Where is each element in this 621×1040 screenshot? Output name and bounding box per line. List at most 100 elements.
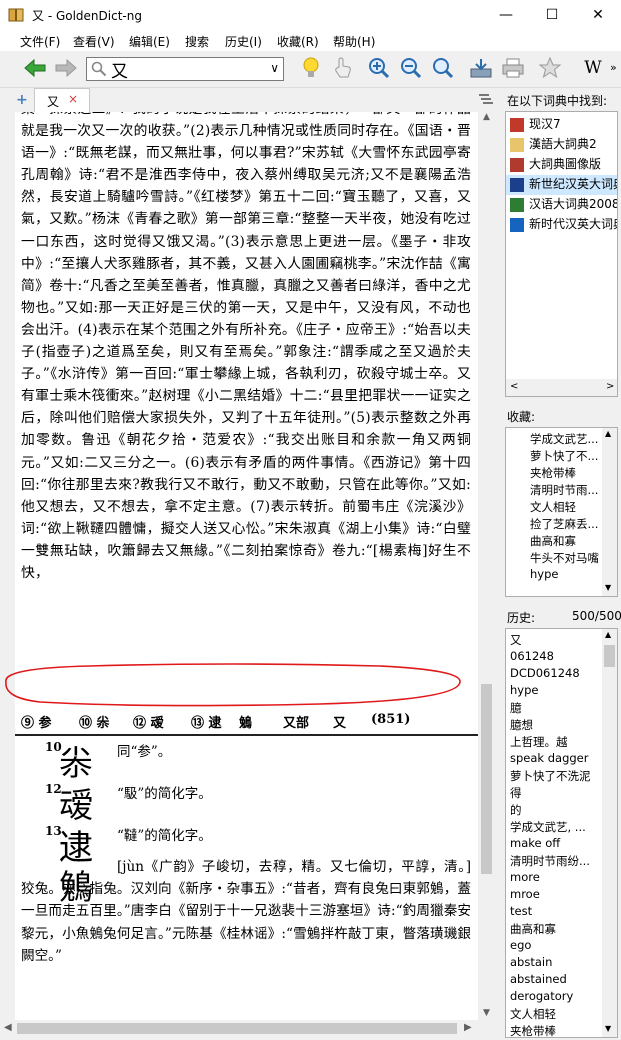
- scroll-right-icon[interactable]: >: [606, 381, 614, 392]
- history-item[interactable]: hype: [510, 683, 538, 697]
- zoom-in-button[interactable]: [366, 55, 392, 81]
- favorite-item[interactable]: 学成文武艺...: [530, 431, 598, 447]
- tab-list-icon[interactable]: [478, 92, 494, 108]
- history-item[interactable]: 文人相轻: [510, 1006, 556, 1022]
- history-item[interactable]: derogatory: [510, 989, 573, 1003]
- article-horizontal-scrollbar[interactable]: ◀ ▶: [0, 1020, 478, 1037]
- favorite-item[interactable]: 清明时节雨...: [530, 482, 598, 498]
- favorite-item[interactable]: 萝卜快了不...: [530, 448, 598, 464]
- dictionary-icon: [510, 217, 524, 232]
- dictionary-item[interactable]: 漢語大詞典2: [510, 135, 617, 155]
- dictionary-item[interactable]: 汉语大词典2008: [510, 195, 617, 215]
- scan-popup-button[interactable]: [330, 55, 356, 81]
- menu-history[interactable]: 历史(I): [225, 33, 262, 50]
- favorite-item[interactable]: 文人相轻: [530, 499, 576, 515]
- dictionary-item[interactable]: 大詞典圖像版: [510, 155, 617, 175]
- history-item[interactable]: DCD061248: [510, 666, 580, 680]
- dictionary-item[interactable]: 现汉7: [510, 115, 617, 135]
- history-item[interactable]: make off: [510, 836, 560, 850]
- history-item[interactable]: 的: [510, 802, 522, 818]
- scroll-up-icon[interactable]: ▲: [605, 630, 611, 639]
- history-item[interactable]: mroe: [510, 887, 540, 901]
- save-article-button[interactable]: [468, 55, 494, 81]
- history-item[interactable]: 臆: [510, 700, 522, 716]
- dictionary-item[interactable]: 新时代汉英大词典: [510, 215, 617, 235]
- save-icon: [470, 59, 492, 78]
- favorite-item[interactable]: 曲高和寡: [530, 533, 576, 549]
- scroll-up-icon[interactable]: ▲: [605, 429, 611, 438]
- scroll-left-icon[interactable]: ◀: [4, 1022, 12, 1033]
- forward-button[interactable]: [53, 55, 79, 81]
- history-item[interactable]: 曲高和寡: [510, 921, 556, 937]
- history-item[interactable]: 得: [510, 785, 522, 801]
- favorite-item[interactable]: 夹枪带棒: [530, 465, 576, 481]
- scrollbar-thumb[interactable]: [481, 684, 492, 874]
- tab-close-icon[interactable]: ×: [68, 92, 78, 106]
- favorite-item[interactable]: hype: [530, 567, 558, 581]
- scroll-up-icon[interactable]: ▲: [483, 112, 490, 122]
- back-button[interactable]: [22, 55, 48, 81]
- zoom-reset-button[interactable]: [430, 55, 456, 81]
- scroll-down-icon[interactable]: ▼: [605, 583, 611, 592]
- menu-view[interactable]: 查看(V): [73, 33, 115, 50]
- history-item[interactable]: 学成文武艺, ...: [510, 819, 586, 835]
- search-input[interactable]: [111, 58, 261, 80]
- wikipedia-button[interactable]: W: [580, 55, 606, 81]
- scroll-right-icon[interactable]: ▶: [464, 1022, 472, 1033]
- entry-definition: “馺”的简化字。: [117, 786, 212, 802]
- scroll-down-icon[interactable]: ▼: [605, 1024, 611, 1033]
- search-input-box[interactable]: ∨: [86, 57, 284, 81]
- history-item[interactable]: 上哲理。越: [510, 734, 568, 750]
- close-button[interactable]: ✕: [575, 0, 621, 31]
- dictionary-icon: [510, 157, 524, 172]
- add-to-favorites-button[interactable]: [537, 55, 563, 81]
- menu-search[interactable]: 搜索: [185, 33, 209, 50]
- article-vertical-scrollbar[interactable]: ▲ ▼: [478, 112, 495, 1020]
- zoom-out-button[interactable]: [398, 55, 424, 81]
- toolbar-overflow-icon[interactable]: »: [610, 61, 617, 74]
- article-paragraph: 集・探索之三》:“我的小说是我在生活中探索的结果，一部又一部的作品就是我一次又一…: [21, 112, 471, 581]
- maximize-button[interactable]: ☐: [529, 0, 575, 31]
- dictionary-item-selected[interactable]: 新世纪汉英大词典: [506, 175, 617, 195]
- scroll-down-icon[interactable]: ▼: [483, 1008, 490, 1018]
- history-item[interactable]: abstained: [510, 972, 567, 986]
- print-button[interactable]: [500, 55, 526, 81]
- scrollbar-thumb[interactable]: [604, 645, 615, 667]
- menu-bar: 文件(F) 查看(V) 编辑(E) 搜索 历史(I) 收藏(R) 帮助(H): [0, 31, 621, 51]
- history-item[interactable]: more: [510, 870, 540, 884]
- history-item[interactable]: abstain: [510, 955, 552, 969]
- history-item[interactable]: ego: [510, 938, 531, 952]
- favorite-item[interactable]: 捡了芝麻丢...: [530, 516, 598, 532]
- pronounce-button[interactable]: [298, 55, 324, 81]
- horizontal-scrollbar[interactable]: < >: [506, 379, 617, 396]
- vertical-scrollbar[interactable]: ▲ ▼: [602, 428, 617, 596]
- scroll-left-icon[interactable]: <: [510, 381, 518, 392]
- menu-file[interactable]: 文件(F): [20, 33, 60, 50]
- history-item[interactable]: 臆想: [510, 717, 533, 733]
- history-list[interactable]: 又 061248 DCD061248 hype 臆 臆想 上哲理。越 speak…: [505, 628, 618, 1038]
- history-item[interactable]: 又: [510, 632, 522, 648]
- history-item[interactable]: 061248: [510, 649, 554, 663]
- vertical-scrollbar[interactable]: ▲ ▼: [602, 629, 617, 1037]
- menu-edit[interactable]: 编辑(E): [129, 33, 170, 50]
- history-item[interactable]: speak dagger: [510, 751, 588, 765]
- menu-help[interactable]: 帮助(H): [333, 33, 375, 50]
- add-tab-icon[interactable]: +: [16, 92, 28, 108]
- menu-favorites[interactable]: 收藏(R): [277, 33, 319, 50]
- chevron-down-icon[interactable]: ∨: [270, 61, 279, 75]
- minimize-button[interactable]: —: [483, 0, 529, 31]
- favorite-item[interactable]: 牛头不对马嘴: [530, 550, 599, 566]
- scrollbar-thumb[interactable]: [17, 1023, 457, 1034]
- history-item[interactable]: test: [510, 904, 532, 918]
- history-item[interactable]: 萝卜快了不洗泥: [510, 768, 591, 784]
- history-item[interactable]: 清明时节雨纷...: [510, 853, 590, 869]
- forward-arrow-icon: [55, 59, 77, 77]
- article-view[interactable]: 集・探索之三》:“我的小说是我在生活中探索的结果，一部又一部的作品就是我一次又一…: [15, 112, 478, 1020]
- dictionary-list[interactable]: 现汉7 漢語大詞典2 大詞典圖像版 新世纪汉英大词典 汉语大词典2008 新时代…: [505, 111, 618, 397]
- scan-page-header: ⑨ 参 ⑩ 尜 ⑫ 叆 ⑬ 逮 鵵 又部 又 (851): [21, 712, 411, 731]
- tab-bar: + 又 ×: [0, 88, 498, 112]
- dictionary-icon: [510, 177, 524, 192]
- history-item[interactable]: 夹枪带棒: [510, 1023, 556, 1037]
- tab-article[interactable]: 又 ×: [34, 88, 90, 112]
- favorites-list[interactable]: 学成文武艺... 萝卜快了不... 夹枪带棒 清明时节雨... 文人相轻 捡了芝…: [505, 427, 618, 597]
